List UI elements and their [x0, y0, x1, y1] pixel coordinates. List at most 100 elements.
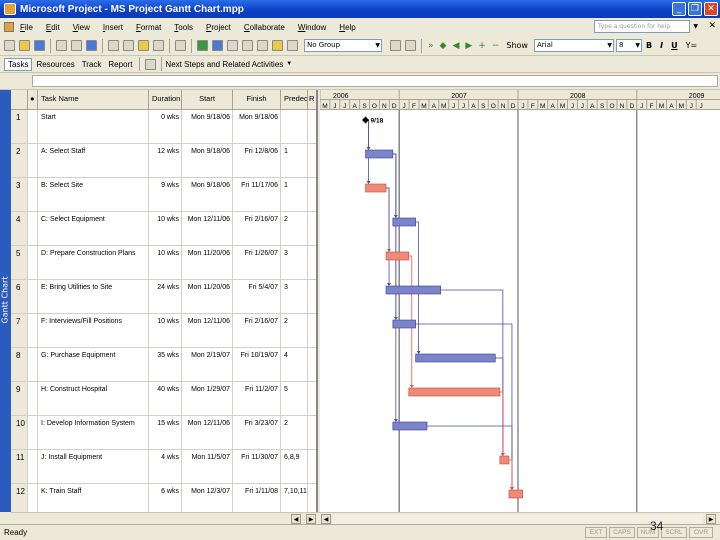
task-name-cell[interactable]: E: Bring Utilities to Site: [38, 280, 149, 313]
entry-field[interactable]: [32, 75, 718, 87]
duration-cell[interactable]: 24 wks: [149, 280, 182, 313]
indicator-cell[interactable]: [28, 144, 38, 177]
resources-cell[interactable]: [308, 212, 316, 245]
indicator-cell[interactable]: [28, 212, 38, 245]
outdent-icon[interactable]: ◆: [440, 41, 447, 51]
column-header-duration[interactable]: Duration: [149, 90, 182, 110]
indicator-cell[interactable]: [28, 348, 38, 381]
cut-icon[interactable]: [108, 40, 119, 51]
resources-cell[interactable]: [308, 144, 316, 177]
print-preview-icon[interactable]: [71, 40, 82, 51]
row-id[interactable]: 5: [11, 246, 28, 279]
format-painter-icon[interactable]: [153, 40, 164, 51]
column-header-start[interactable]: Start: [182, 90, 233, 110]
task-name-cell[interactable]: D: Prepare Construction Plans: [38, 246, 149, 279]
start-cell[interactable]: Mon 12/11/06: [182, 416, 233, 449]
finish-cell[interactable]: Fri 2/16/07: [233, 212, 281, 245]
row-id[interactable]: 6: [11, 280, 28, 313]
table-row[interactable]: 10 I: Develop Information System 15 wks Mon…: [11, 416, 316, 450]
table-row[interactable]: 11 J: Install Equipment 4 wks Mon 11/5/07 Fr…: [11, 450, 316, 484]
finish-cell[interactable]: Mon 9/18/06: [233, 110, 281, 143]
duration-cell[interactable]: 6 wks: [149, 484, 182, 512]
indicator-cell[interactable]: [28, 314, 38, 347]
resources-cell[interactable]: [308, 110, 316, 143]
menu-tools[interactable]: Tools: [174, 23, 193, 32]
close-document-icon[interactable]: ✕: [708, 21, 716, 31]
resources-cell[interactable]: [308, 246, 316, 279]
resources-cell[interactable]: [308, 484, 316, 512]
resources-cell[interactable]: [308, 178, 316, 211]
row-id[interactable]: 7: [11, 314, 28, 347]
indicator-cell[interactable]: [28, 416, 38, 449]
scroll-right-icon[interactable]: ▶: [706, 514, 716, 524]
scroll-right-icon[interactable]: ▶: [306, 514, 316, 524]
resources-cell[interactable]: [308, 382, 316, 415]
close-button[interactable]: ✕: [704, 2, 718, 16]
tab-tasks[interactable]: Tasks: [4, 57, 33, 71]
table-row[interactable]: 8 G: Purchase Equipment 35 wks Mon 2/19/07 F…: [11, 348, 316, 382]
start-cell[interactable]: Mon 2/19/07: [182, 348, 233, 381]
row-id[interactable]: 1: [11, 110, 28, 143]
indicator-cell[interactable]: [28, 450, 38, 483]
menu-view[interactable]: View: [73, 23, 90, 32]
hyperlink-icon[interactable]: [197, 40, 208, 51]
chevron-down-icon[interactable]: ▼: [286, 61, 292, 67]
resources-cell[interactable]: [308, 314, 316, 347]
guide-toggle-icon[interactable]: [145, 58, 157, 70]
table-row[interactable]: 3 B: Select Site 9 wks Mon 9/18/06 Fri 11/17…: [11, 178, 316, 212]
task-name-cell[interactable]: Start: [38, 110, 149, 143]
finish-cell[interactable]: Fri 3/23/07: [233, 416, 281, 449]
menu-project[interactable]: Project: [206, 23, 231, 32]
table-row[interactable]: 2 A: Select Staff 12 wks Mon 9/18/06 Fri 12/…: [11, 144, 316, 178]
finish-cell[interactable]: Fri 12/8/06: [233, 144, 281, 177]
link-tasks-icon[interactable]: [212, 40, 223, 51]
show-button[interactable]: Show: [506, 41, 528, 50]
duration-cell[interactable]: 40 wks: [149, 382, 182, 415]
task-information-icon[interactable]: [257, 40, 268, 51]
font-select[interactable]: Arial ▼: [533, 39, 614, 52]
paste-icon[interactable]: [138, 40, 149, 51]
new-icon[interactable]: [4, 40, 15, 51]
table-row[interactable]: 5 D: Prepare Construction Plans 10 wks Mon …: [11, 246, 316, 280]
predecessors-cell[interactable]: [281, 110, 308, 143]
spelling-icon[interactable]: [86, 40, 97, 51]
start-cell[interactable]: Mon 11/20/06: [182, 280, 233, 313]
tab-track[interactable]: Track: [79, 59, 105, 70]
column-header-task-name[interactable]: Task Name: [38, 90, 149, 110]
task-name-cell[interactable]: F: Interviews/Fill Positions: [38, 314, 149, 347]
finish-cell[interactable]: Fri 2/16/07: [233, 314, 281, 347]
menu-insert[interactable]: Insert: [103, 23, 123, 32]
toolbar-options-icon[interactable]: »: [428, 41, 434, 51]
row-id[interactable]: 10: [11, 416, 28, 449]
menu-edit[interactable]: Edit: [46, 23, 60, 32]
scroll-left-icon[interactable]: ◀: [321, 514, 331, 524]
start-cell[interactable]: Mon 11/5/07: [182, 450, 233, 483]
resources-cell[interactable]: [308, 348, 316, 381]
undo-icon[interactable]: [175, 40, 186, 51]
column-header-finish[interactable]: Finish: [233, 90, 281, 110]
finish-cell[interactable]: Fri 11/17/06: [233, 178, 281, 211]
duration-cell[interactable]: 10 wks: [149, 314, 182, 347]
predecessors-cell[interactable]: 4: [281, 348, 308, 381]
task-name-cell[interactable]: G: Purchase Equipment: [38, 348, 149, 381]
task-name-cell[interactable]: J: Install Equipment: [38, 450, 149, 483]
predecessors-cell[interactable]: 3: [281, 280, 308, 313]
chevron-down-icon[interactable]: ▼: [693, 23, 698, 30]
row-id[interactable]: 9: [11, 382, 28, 415]
indicator-cell[interactable]: [28, 246, 38, 279]
plus-icon[interactable]: +: [478, 41, 486, 51]
finish-cell[interactable]: Fri 1/26/07: [233, 246, 281, 279]
task-name-cell[interactable]: A: Select Staff: [38, 144, 149, 177]
start-cell[interactable]: Mon 9/18/06: [182, 144, 233, 177]
resources-cell[interactable]: [308, 280, 316, 313]
task-name-cell[interactable]: H: Construct Hospital: [38, 382, 149, 415]
menu-window[interactable]: Window: [298, 23, 326, 32]
tab-resources[interactable]: Resources: [33, 59, 77, 70]
predecessors-cell[interactable]: 3: [281, 246, 308, 279]
help-icon[interactable]: [405, 40, 416, 51]
copy-icon[interactable]: [123, 40, 134, 51]
task-name-cell[interactable]: C: Select Equipment: [38, 212, 149, 245]
duration-cell[interactable]: 35 wks: [149, 348, 182, 381]
indicators-column-header[interactable]: ●: [28, 90, 38, 110]
assign-resources-icon[interactable]: [287, 40, 298, 51]
